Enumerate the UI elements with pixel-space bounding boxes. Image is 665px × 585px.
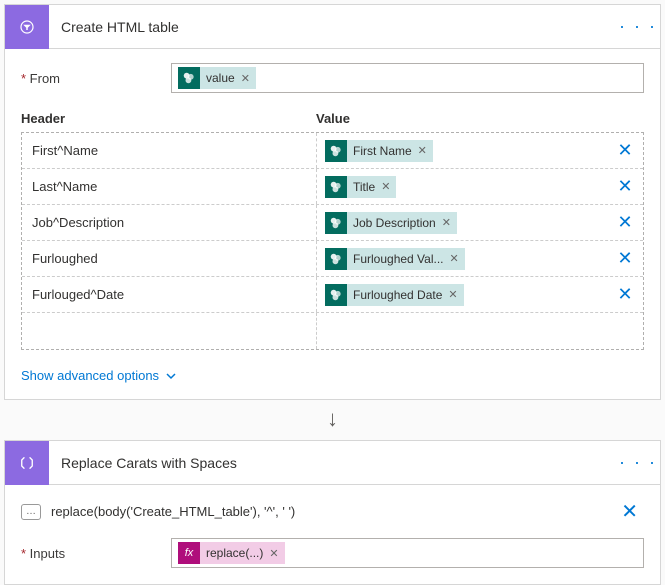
- card-menu-button[interactable]: · · ·: [616, 452, 660, 473]
- chip-remove-icon[interactable]: ✕: [381, 180, 390, 193]
- value-chip[interactable]: Furloughed Date ✕: [325, 284, 464, 306]
- table-row: Last^Name Title ✕ ✕: [22, 169, 643, 205]
- inputs-input[interactable]: fx replace(...) ✕: [171, 538, 644, 568]
- delete-row-icon[interactable]: ✕: [607, 140, 643, 161]
- chip-label: Job Description: [353, 216, 436, 230]
- inputs-row: Inputs fx replace(...) ✕: [5, 524, 660, 584]
- chip-remove-icon[interactable]: ✕: [418, 144, 427, 157]
- chip-remove-icon[interactable]: ✕: [442, 216, 451, 229]
- fx-icon: fx: [178, 542, 200, 564]
- table-row: Furloughed Furloughed Val... ✕ ✕: [22, 241, 643, 277]
- delete-row-icon[interactable]: ✕: [607, 212, 643, 233]
- value-cell[interactable]: Job Description ✕: [317, 205, 607, 240]
- compose-icon: [5, 441, 49, 485]
- advanced-label: Show advanced options: [21, 368, 159, 383]
- expression-text: replace(body('Create_HTML_table'), '^', …: [51, 504, 611, 519]
- close-peek-icon[interactable]: ✕: [621, 499, 644, 524]
- value-column-label: Value: [316, 111, 644, 126]
- header-cell[interactable]: Furloughed: [22, 241, 317, 276]
- value-chip[interactable]: Title ✕: [325, 176, 396, 198]
- chip-label: value: [206, 71, 235, 85]
- chip-remove-icon[interactable]: ✕: [448, 288, 457, 301]
- flow-arrow-icon: ↓: [0, 400, 665, 436]
- sharepoint-icon: [325, 140, 347, 162]
- header-cell[interactable]: Furlouged^Date: [22, 277, 317, 312]
- columns-header-row: Header Value: [21, 107, 644, 132]
- card-header[interactable]: Replace Carats with Spaces · · ·: [5, 441, 660, 485]
- value-chip[interactable]: First Name ✕: [325, 140, 433, 162]
- inputs-label: Inputs: [21, 546, 171, 561]
- value-cell[interactable]: Furloughed Val... ✕: [317, 241, 607, 276]
- filter-icon: [5, 5, 49, 49]
- from-input[interactable]: value ✕: [171, 63, 644, 93]
- from-row: From value ✕: [21, 63, 644, 93]
- card-menu-button[interactable]: · · ·: [616, 16, 660, 37]
- card-body: From value ✕ Header Value First^Name: [5, 49, 660, 354]
- value-cell[interactable]: First Name ✕: [317, 133, 607, 168]
- chevron-down-icon: [165, 370, 177, 382]
- sharepoint-icon: [325, 212, 347, 234]
- card-title: Create HTML table: [49, 19, 616, 35]
- chip-remove-icon[interactable]: ✕: [450, 252, 459, 265]
- chip-remove-icon[interactable]: ✕: [241, 72, 250, 85]
- expression-peek-row: … replace(body('Create_HTML_table'), '^'…: [5, 485, 660, 524]
- from-chip[interactable]: value ✕: [178, 67, 256, 89]
- header-column-label: Header: [21, 111, 316, 126]
- sharepoint-icon: [325, 176, 347, 198]
- chip-remove-icon[interactable]: ✕: [269, 547, 278, 560]
- sharepoint-icon: [325, 284, 347, 306]
- value-chip[interactable]: Furloughed Val... ✕: [325, 248, 465, 270]
- chip-label: Title: [353, 180, 375, 194]
- chip-label: First Name: [353, 144, 412, 158]
- code-icon: …: [21, 504, 41, 520]
- fx-chip[interactable]: fx replace(...) ✕: [178, 542, 285, 564]
- header-cell[interactable]: Last^Name: [22, 169, 317, 204]
- chip-label: Furloughed Date: [353, 288, 442, 302]
- delete-row-icon[interactable]: ✕: [607, 284, 643, 305]
- header-cell[interactable]: Job^Description: [22, 205, 317, 240]
- table-row: Job^Description Job Description ✕ ✕: [22, 205, 643, 241]
- delete-row-icon[interactable]: ✕: [607, 176, 643, 197]
- chip-label: Furloughed Val...: [353, 252, 444, 266]
- table-row-empty: [22, 313, 643, 349]
- chip-label: replace(...): [206, 546, 263, 560]
- value-cell[interactable]: Title ✕: [317, 169, 607, 204]
- replace-carats-card: Replace Carats with Spaces · · · … repla…: [4, 440, 661, 585]
- value-cell[interactable]: [317, 313, 607, 349]
- header-cell[interactable]: [22, 313, 317, 349]
- sharepoint-icon: [325, 248, 347, 270]
- value-chip[interactable]: Job Description ✕: [325, 212, 457, 234]
- show-advanced-options-link[interactable]: Show advanced options: [5, 354, 193, 399]
- columns-grid: First^Name First Name ✕ ✕ Last^Name Titl…: [21, 132, 644, 350]
- header-cell[interactable]: First^Name: [22, 133, 317, 168]
- table-row: Furlouged^Date Furloughed Date ✕ ✕: [22, 277, 643, 313]
- card-title: Replace Carats with Spaces: [49, 455, 616, 471]
- delete-row-icon[interactable]: ✕: [607, 248, 643, 269]
- sharepoint-icon: [178, 67, 200, 89]
- from-label: From: [21, 71, 171, 86]
- table-row: First^Name First Name ✕ ✕: [22, 133, 643, 169]
- value-cell[interactable]: Furloughed Date ✕: [317, 277, 607, 312]
- card-header[interactable]: Create HTML table · · ·: [5, 5, 660, 49]
- create-html-table-card: Create HTML table · · · From value ✕ Hea…: [4, 4, 661, 400]
